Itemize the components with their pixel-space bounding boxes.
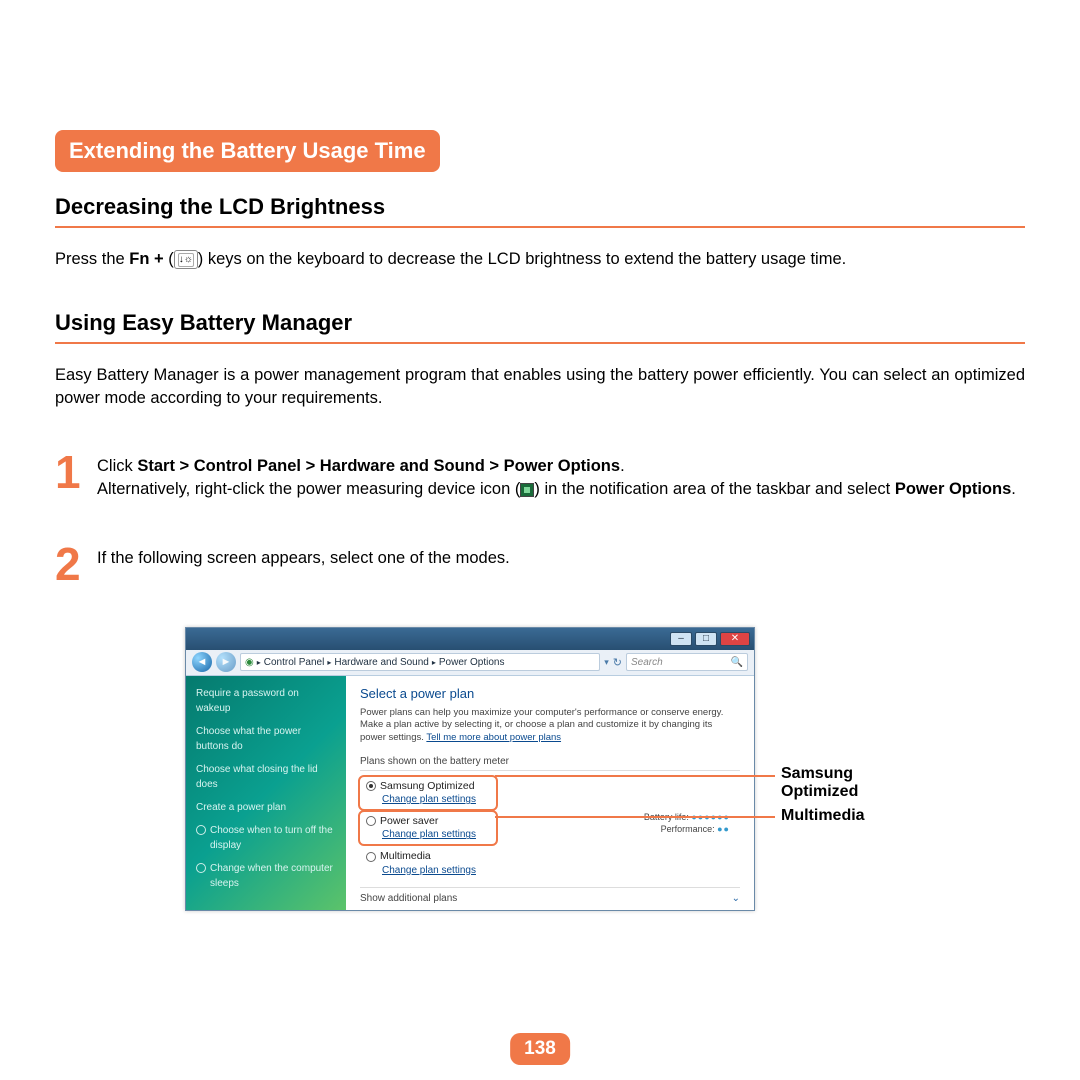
text: . (1011, 480, 1016, 498)
plans-subhead: Plans shown on the battery meter (360, 756, 740, 771)
para-ebm: Easy Battery Manager is a power manageme… (55, 364, 1025, 409)
crumb-item[interactable]: Hardware and Sound (334, 657, 429, 668)
text: keys on the keyboard to decrease the LCD… (203, 250, 846, 268)
radio-icon[interactable] (366, 781, 376, 791)
plan-name: Multimedia (380, 851, 431, 863)
search-placeholder: Search (631, 657, 663, 668)
sidebar-link[interactable]: Change when the computer sleeps (196, 861, 336, 891)
text: Click (97, 457, 137, 475)
search-input[interactable]: Search 🔍 (626, 653, 748, 671)
radio-icon[interactable] (366, 852, 376, 862)
window: – □ ✕ ◄ ► ◉ ▸ Control Panel ▸ Hardware a… (185, 627, 755, 911)
sidebar-link[interactable]: Choose what closing the lid does (196, 762, 336, 792)
plan-multimedia[interactable]: Multimedia Change plan settings (360, 845, 740, 880)
para-lcd: Press the Fn + (↓☼) keys on the keyboard… (55, 248, 1025, 270)
step-number: 1 (55, 449, 97, 495)
step-2: 2 If the following screen appears, selec… (55, 541, 1025, 587)
show-additional-plans[interactable]: Show additional plans⌄ (360, 887, 740, 904)
power-options-label: Power Options (895, 480, 1011, 498)
subheading-ebm: Using Easy Battery Manager (55, 310, 1025, 344)
sidebar-link[interactable]: Choose when to turn off the display (196, 823, 336, 853)
change-plan-link[interactable]: Change plan settings (382, 865, 734, 876)
change-plan-link[interactable]: Change plan settings (382, 794, 734, 805)
close-button[interactable]: ✕ (720, 632, 750, 646)
step-body: Click Start > Control Panel > Hardware a… (97, 449, 1016, 501)
callout-line (495, 816, 775, 819)
step-number: 2 (55, 541, 97, 587)
panel-heading: Select a power plan (360, 686, 740, 701)
text: Press the (55, 250, 129, 268)
plan-name: Power saver (380, 815, 438, 827)
callout-samsung-optimized: Samsung Optimized (781, 765, 885, 801)
sidebar-link[interactable]: Create a power plan (196, 800, 336, 815)
crumb-item[interactable]: Power Options (439, 657, 505, 668)
section-title-badge: Extending the Battery Usage Time (55, 130, 440, 172)
subheading-lcd: Decreasing the LCD Brightness (55, 194, 1025, 228)
titlebar: – □ ✕ (186, 628, 754, 650)
sidebar-link[interactable]: Require a password on wakeup (196, 686, 336, 716)
main-panel: Select a power plan Power plans can help… (346, 676, 754, 910)
plan-name: Samsung Optimized (380, 780, 475, 792)
shield-icon (196, 863, 206, 873)
text: ) in the notification area of the taskba… (534, 480, 894, 498)
tasks-sidebar: Require a password on wakeup Choose what… (186, 676, 346, 910)
address-bar: ◄ ► ◉ ▸ Control Panel ▸ Hardware and Sou… (186, 650, 754, 676)
battery-tray-icon (520, 483, 534, 497)
refresh-icon[interactable]: ↻ (613, 656, 622, 669)
radio-icon[interactable] (366, 816, 376, 826)
back-button[interactable]: ◄ (192, 652, 212, 672)
page-number: 138 (510, 1033, 570, 1065)
power-options-screenshot: – □ ✕ ◄ ► ◉ ▸ Control Panel ▸ Hardware a… (185, 627, 885, 911)
callout-multimedia: Multimedia (781, 807, 865, 825)
panel-desc: Power plans can help you maximize your c… (360, 707, 740, 744)
brightness-down-key-icon: ↓☼ (174, 250, 198, 269)
forward-button[interactable]: ► (216, 652, 236, 672)
tell-me-more-link[interactable]: Tell me more about power plans (426, 732, 561, 743)
step-1: 1 Click Start > Control Panel > Hardware… (55, 449, 1025, 501)
step-body: If the following screen appears, select … (97, 541, 510, 570)
crumb-item[interactable]: Control Panel (264, 657, 325, 668)
sidebar-link[interactable]: Choose what the power buttons do (196, 724, 336, 754)
maximize-button[interactable]: □ (695, 632, 717, 646)
minimize-button[interactable]: – (670, 632, 692, 646)
text: . (620, 457, 625, 475)
plan-samsung-optimized[interactable]: Samsung Optimized Change plan settings (360, 775, 740, 810)
chevron-down-icon: ⌄ (732, 893, 740, 904)
nav-path: Start > Control Panel > Hardware and Sou… (137, 457, 620, 475)
callout-line (495, 775, 775, 778)
fn-key-label: Fn + (129, 250, 168, 268)
search-icon: 🔍 (731, 657, 743, 668)
shield-icon (196, 825, 206, 835)
breadcrumb[interactable]: ◉ ▸ Control Panel ▸ Hardware and Sound ▸… (240, 653, 600, 671)
text: Alternatively, right-click the power mea… (97, 480, 520, 498)
